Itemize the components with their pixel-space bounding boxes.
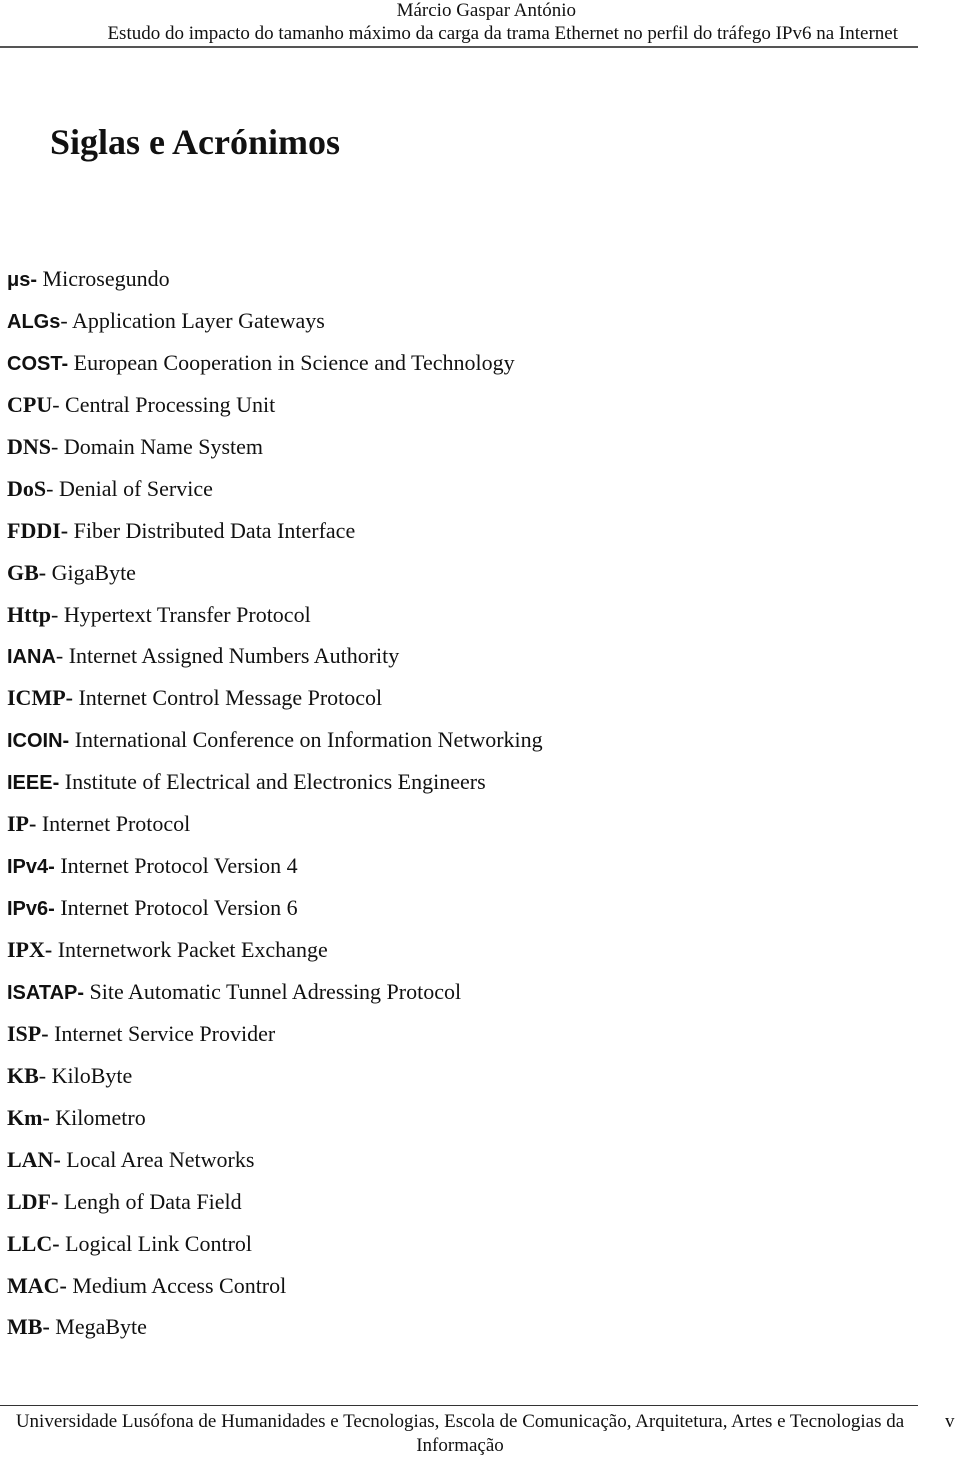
acronym-item: IEEE- Institute of Electrical and Electr… bbox=[7, 767, 543, 809]
acronym-definition: - Internet Assigned Numbers Authority bbox=[55, 643, 400, 669]
acronym-definition: Internet Protocol Version 6 bbox=[54, 895, 298, 921]
acronym-item: IANA- Internet Assigned Numbers Authorit… bbox=[7, 641, 543, 683]
acronym-definition: Fiber Distributed Data Interface bbox=[68, 517, 356, 543]
acronym-definition: International Conference on Information … bbox=[69, 727, 543, 753]
acronym-abbreviation: GB- bbox=[7, 559, 47, 585]
acronym-abbreviation: Http bbox=[7, 601, 51, 627]
acronym-abbreviation: FDDI- bbox=[7, 517, 69, 543]
acronym-abbreviation: IPv4- bbox=[7, 856, 55, 879]
acronym-definition: Internetwork Packet Exchange bbox=[52, 937, 328, 962]
acronym-item: IPv6- Internet Protocol Version 6 bbox=[7, 893, 543, 935]
acronym-abbreviation: ALGs bbox=[7, 310, 61, 333]
acronym-definition: Lengh of Data Field bbox=[58, 1188, 242, 1214]
acronym-definition: - Domain Name System bbox=[51, 433, 264, 459]
page-title: Siglas e Acrónimos bbox=[50, 122, 341, 162]
acronym-item: DoS- Denial of Service bbox=[7, 474, 543, 516]
acronym-definition: European Cooperation in Science and Tech… bbox=[68, 349, 515, 375]
header-author: Márcio Gaspar António bbox=[396, 0, 576, 21]
page-number: v bbox=[945, 1411, 955, 1432]
acronym-abbreviation: ICOIN- bbox=[7, 730, 70, 753]
acronym-abbreviation: KB bbox=[7, 1062, 39, 1088]
header-thesis-title: Estudo do impacto do tamanho máximo da c… bbox=[107, 23, 898, 44]
acronym-item: MB- MegaByte bbox=[7, 1312, 543, 1354]
acronym-definition: Local Area Networks bbox=[60, 1146, 255, 1172]
acronym-item: IP- Internet Protocol bbox=[7, 809, 543, 851]
acronym-definition: Microsegundo bbox=[37, 266, 170, 291]
acronym-item: KB- KiloByte bbox=[7, 1061, 543, 1103]
acronym-definition: Internet Protocol Version 4 bbox=[54, 853, 298, 879]
acronym-abbreviation: MB- bbox=[7, 1314, 50, 1340]
acronym-abbreviation: IPv6- bbox=[7, 898, 55, 921]
acronym-item: Http- Hypertext Transfer Protocol bbox=[7, 600, 543, 642]
acronym-definition: Logical Link Control bbox=[59, 1230, 253, 1256]
acronym-item: MAC- Medium Access Control bbox=[7, 1271, 543, 1313]
acronym-item: ISATAP- Site Automatic Tunnel Adressing … bbox=[7, 977, 543, 1019]
acronym-list: μs- Microsegundo ALGs- Application Layer … bbox=[7, 264, 543, 1354]
acronym-definition: - Denial of Service bbox=[46, 475, 213, 501]
acronym-abbreviation: IEEE- bbox=[7, 772, 60, 795]
header-divider bbox=[0, 46, 918, 48]
acronym-abbreviation: ISATAP- bbox=[7, 981, 85, 1004]
footer-divider bbox=[0, 1405, 918, 1406]
acronym-abbreviation: IANA bbox=[7, 646, 56, 669]
footer-institution: Universidade Lusófona de Humanidades e T… bbox=[15, 1411, 905, 1456]
acronym-abbreviation: LDF- bbox=[7, 1188, 59, 1214]
acronym-abbreviation: DoS bbox=[7, 475, 47, 501]
acronym-abbreviation: IPX- bbox=[7, 937, 53, 962]
acronym-abbreviation: CPU bbox=[7, 391, 53, 417]
acronym-definition: - KiloByte bbox=[38, 1062, 133, 1088]
acronym-item: IPv4- Internet Protocol Version 4 bbox=[7, 851, 543, 893]
acronym-item: ISP- Internet Service Provider bbox=[7, 1019, 543, 1061]
acronym-item: LAN- Local Area Networks bbox=[7, 1145, 543, 1187]
acronym-item: μs- Microsegundo bbox=[7, 264, 543, 306]
acronym-definition: Internet Service Provider bbox=[48, 1020, 276, 1046]
acronym-abbreviation: MAC- bbox=[7, 1272, 67, 1298]
acronym-abbreviation: DNS bbox=[7, 433, 52, 459]
acronym-definition: GigaByte bbox=[46, 559, 136, 585]
acronym-definition: MegaByte bbox=[49, 1314, 147, 1340]
acronym-abbreviation: μs- bbox=[7, 269, 38, 291]
acronym-abbreviation: ICMP- bbox=[7, 685, 73, 711]
acronym-abbreviation: Km- bbox=[7, 1104, 50, 1130]
acronym-abbreviation: ISP- bbox=[7, 1020, 49, 1046]
acronym-abbreviation: COST- bbox=[7, 352, 69, 375]
acronym-item: ICOIN- International Conference on Infor… bbox=[7, 725, 543, 767]
acronym-item: ALGs- Application Layer Gateways bbox=[7, 306, 543, 348]
acronym-definition: Internet Protocol bbox=[36, 811, 191, 837]
acronym-item: COST- European Cooperation in Science an… bbox=[7, 348, 543, 390]
acronym-definition: Site Automatic Tunnel Adressing Protocol bbox=[84, 978, 462, 1004]
acronym-abbreviation: IP- bbox=[7, 811, 37, 837]
acronym-definition: - Central Processing Unit bbox=[52, 391, 276, 417]
acronym-item: GB- GigaByte bbox=[7, 558, 543, 600]
acronym-item: Km- Kilometro bbox=[7, 1103, 543, 1145]
acronym-definition: - Application Layer Gateways bbox=[60, 307, 325, 333]
acronym-definition: Institute of Electrical and Electronics … bbox=[59, 769, 486, 795]
acronym-item: LDF- Lengh of Data Field bbox=[7, 1187, 543, 1229]
acronym-item: IPX- Internetwork Packet Exchange bbox=[7, 935, 543, 977]
acronym-abbreviation: LLC- bbox=[7, 1230, 60, 1256]
acronym-item: LLC- Logical Link Control bbox=[7, 1229, 543, 1271]
acronym-abbreviation: LAN- bbox=[7, 1146, 61, 1172]
acronym-item: ICMP- Internet Control Message Protocol bbox=[7, 683, 543, 725]
acronym-definition: Medium Access Control bbox=[66, 1272, 287, 1298]
acronym-item: CPU- Central Processing Unit bbox=[7, 390, 543, 432]
acronym-item: DNS- Domain Name System bbox=[7, 432, 543, 474]
acronym-item: FDDI- Fiber Distributed Data Interface bbox=[7, 516, 543, 558]
acronym-definition: Kilometro bbox=[49, 1104, 146, 1130]
acronym-definition: - Hypertext Transfer Protocol bbox=[51, 601, 311, 627]
acronym-definition: Internet Control Message Protocol bbox=[72, 685, 383, 711]
